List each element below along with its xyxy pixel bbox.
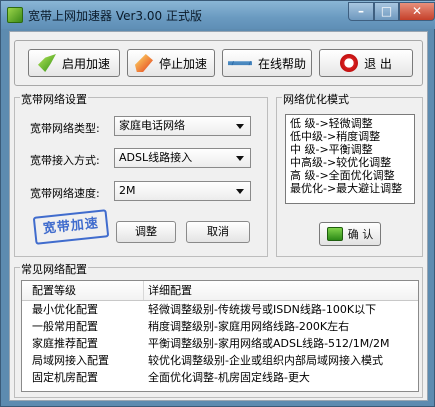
exit-button[interactable]: 退 出 [319,49,413,77]
settings-title: 宽带网络设置 [20,91,88,107]
dropdown-arrow-icon [236,189,244,194]
common-config-title: 常见网络配置 [20,261,88,277]
access-method-label: 宽带接入方式: [30,154,100,167]
close-button[interactable]: ✕ [399,2,435,21]
header-detail[interactable]: 详细配置 [144,281,418,300]
help-icon [227,61,252,66]
stop-acceleration-button[interactable]: 停止加速 [127,49,215,77]
app-window: 宽带上网加速器 Ver3.00 正式版 – □ ✕ 启用加速 停止加速 在线帮助… [0,0,435,407]
maximize-button[interactable]: □ [374,2,399,21]
list-item[interactable]: 高 级->全面优化调整 [290,169,410,182]
row-level: 局域网接入配置 [32,354,109,367]
app-icon [7,7,23,23]
table-row[interactable]: 最小优化配置 轻微调整级别-传统拨号或ISDN线路-100K以下 [22,301,418,318]
help-label: 在线帮助 [257,56,306,71]
network-speed-select[interactable]: 2M [114,181,251,201]
row-level: 一般常用配置 [32,320,98,333]
stop-label: 停止加速 [158,56,207,71]
start-icon [37,54,56,72]
table-row[interactable]: 家庭推荐配置 平衡调整级别-家用网络或ADSL线路-512/1M/2M [22,335,418,352]
config-table[interactable]: 配置等级 详细配置 最小优化配置 轻微调整级别-传统拨号或ISDN线路-100K… [21,280,419,392]
row-level: 固定机房配置 [32,371,98,384]
start-label: 启用加速 [61,56,110,71]
access-method-value: ADSL线路接入 [119,151,193,164]
network-type-label: 宽带网络类型: [30,122,100,135]
header-level[interactable]: 配置等级 [22,281,144,300]
confirm-button[interactable]: 确 认 [319,222,381,246]
list-item[interactable]: 中 级->平衡调整 [290,143,410,156]
exit-icon [340,54,359,72]
network-speed-label: 宽带网络速度: [30,187,100,200]
row-level: 最小优化配置 [32,303,98,316]
dropdown-arrow-icon [236,156,244,161]
row-level: 家庭推荐配置 [32,337,98,350]
cancel-button[interactable]: 取消 [186,221,250,243]
optimize-title: 网络优化模式 [282,91,350,107]
list-item[interactable]: 最优化->最大避让调整 [290,182,410,195]
online-help-button[interactable]: 在线帮助 [222,49,312,77]
exit-label: 退 出 [364,56,392,71]
confirm-label: 确 认 [347,228,374,241]
optimize-mode-list[interactable]: 低 级->轻微调整 低中级->稍度调整 中 级->平衡调整 中高级->较优化调整… [285,114,415,204]
client-area: 启用加速 停止加速 在线帮助 退 出 宽带网络设置 宽带网络类型: 家庭电话网络… [9,31,428,401]
access-method-select[interactable]: ADSL线路接入 [114,148,251,168]
row-detail: 平衡调整级别-家用网络或ADSL线路-512/1M/2M [148,337,390,350]
table-row[interactable]: 局域网接入配置 较优化调整级别-企业或组织内部局域网接入模式 [22,352,418,369]
list-item[interactable]: 低中级->稍度调整 [290,130,410,143]
stop-icon [134,54,153,72]
dropdown-arrow-icon [236,124,244,129]
row-detail: 稍度调整级别-家庭用网络线路-200K左右 [148,320,350,333]
table-header: 配置等级 详细配置 [22,281,418,301]
table-row[interactable]: 一般常用配置 稍度调整级别-家庭用网络线路-200K左右 [22,318,418,335]
list-item[interactable]: 低 级->轻微调整 [290,117,410,130]
adjust-button[interactable]: 调整 [116,221,176,243]
network-speed-value: 2M [119,184,136,197]
network-type-value: 家庭电话网络 [119,119,185,132]
row-detail: 全面优化调整-机房固定线路-更大 [148,371,310,384]
row-detail: 轻微调整级别-传统拨号或ISDN线路-100K以下 [148,303,377,316]
title-bar[interactable]: 宽带上网加速器 Ver3.00 正式版 – □ ✕ [1,1,435,29]
table-row[interactable]: 固定机房配置 全面优化调整-机房固定线路-更大 [22,369,418,386]
window-title: 宽带上网加速器 Ver3.00 正式版 [28,9,202,23]
confirm-icon [326,227,343,241]
start-acceleration-button[interactable]: 启用加速 [28,49,120,77]
list-item[interactable]: 中高级->较优化调整 [290,156,410,169]
minimize-button[interactable]: – [348,2,374,21]
row-detail: 较优化调整级别-企业或组织内部局域网接入模式 [148,354,383,367]
network-type-select[interactable]: 家庭电话网络 [114,116,251,136]
